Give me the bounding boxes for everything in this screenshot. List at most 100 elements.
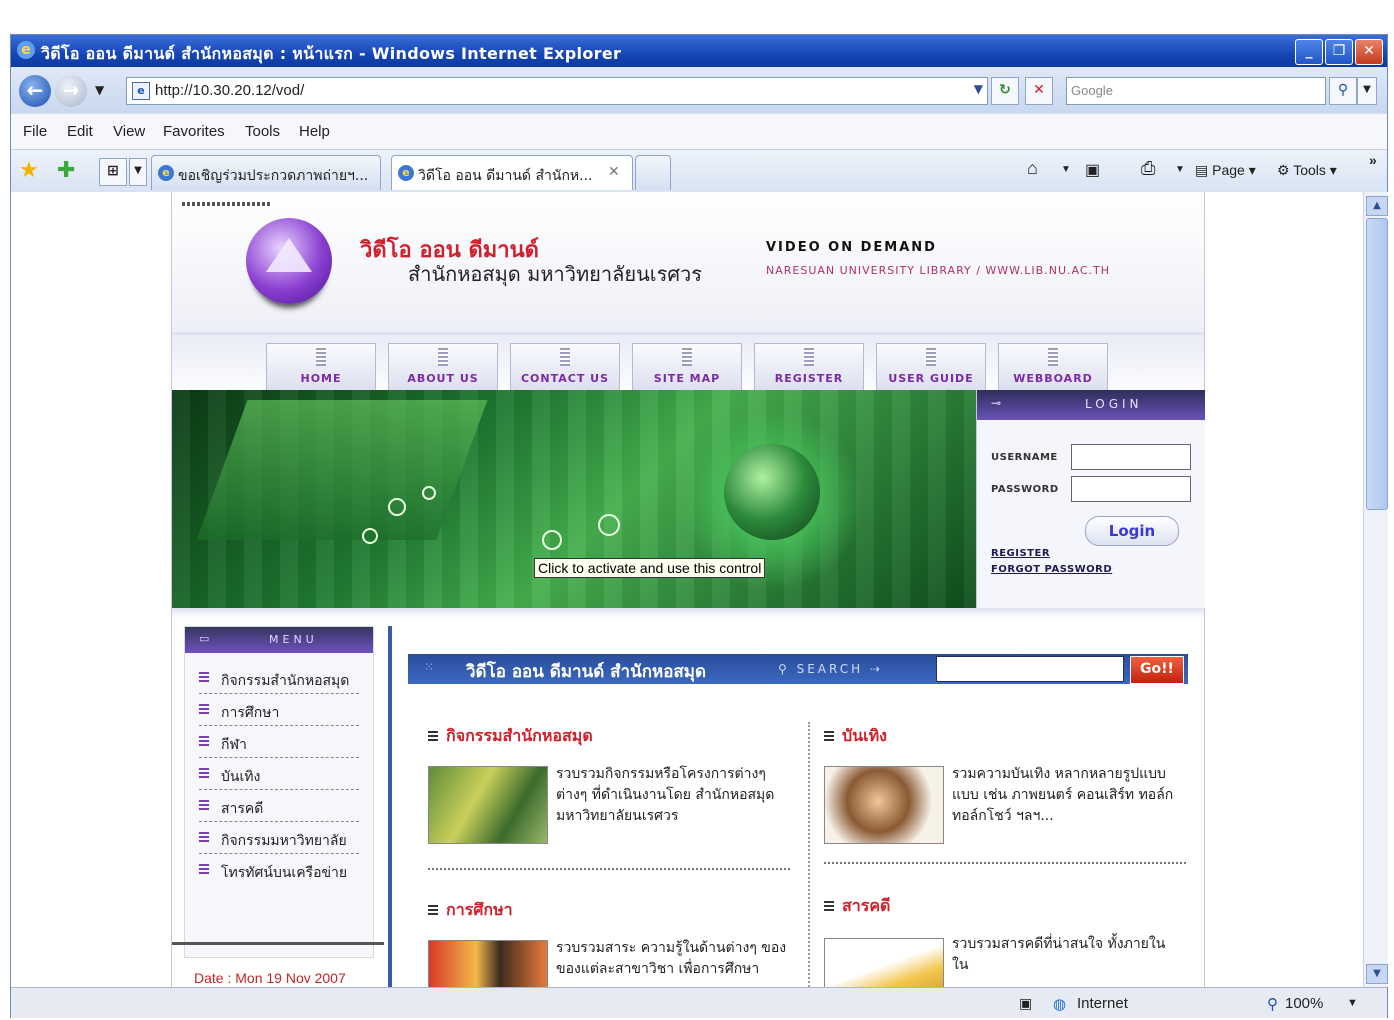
go-button[interactable]: Go!! — [1130, 656, 1184, 684]
refresh-icon[interactable]: ↻ — [991, 77, 1019, 105]
nav-label: ABOUT US — [407, 372, 479, 385]
tab-bar: ★ ✚ ⊞ ▼ e ขอเชิญร่วมประกวดภาพถ่ายฯ... e … — [11, 149, 1387, 193]
content-title-bar: ⁙ วิดีโอ ออน ดีมานด์ สำนักหอสมุด ⚲ SEARC… — [408, 654, 1188, 684]
main-nav: HOME ABOUT US CONTACT US SITE MAP REGIST… — [172, 332, 1204, 393]
library-activities-desc: รวบรวมกิจกรรมหรือโครงการต่างๆ ต่างๆ ที่ด… — [556, 766, 775, 824]
menu-favorites[interactable]: Favorites — [163, 123, 225, 140]
library-activities-thumbnail[interactable] — [428, 766, 548, 844]
key-icon: ⊸ — [991, 396, 1002, 410]
bubble — [388, 498, 406, 516]
site-subtitle-en: NARESUAN UNIVERSITY LIBRARY / WWW.LIB.NU… — [766, 264, 1110, 277]
sidebar-item-entertainment[interactable]: บันเทิง — [199, 759, 359, 790]
favorites-star-icon[interactable]: ★ — [19, 158, 39, 183]
feeds-icon[interactable]: ▣ — [1085, 160, 1100, 180]
tools-menu[interactable]: ⚙ Tools ▾ — [1277, 162, 1337, 179]
nav-user-guide[interactable]: USER GUIDE — [876, 343, 986, 391]
stop-icon[interactable]: ✕ — [1025, 77, 1053, 105]
address-bar[interactable]: e http://10.30.20.12/vod/ ▼ — [126, 77, 988, 105]
print-dropdown-icon[interactable]: ▼ — [1175, 164, 1185, 175]
new-tab-button[interactable] — [635, 155, 671, 190]
tab-ie-icon: e — [398, 165, 414, 181]
nav-webboard[interactable]: WEBBOARD — [998, 343, 1108, 391]
sidebar-item-network-tv[interactable]: โทรทัศน์บนเครือข่าย — [199, 855, 359, 885]
nav-contact-us[interactable]: CONTACT US — [510, 343, 620, 391]
search-label-text: SEARCH — [796, 662, 864, 676]
password-label: PASSWORD — [991, 484, 1059, 495]
tab-label: วิดีโอ ออน ดีมานด์ สำนักห... — [418, 168, 593, 184]
entertainment-thumbnail[interactable] — [824, 766, 944, 844]
sidebar-item-education[interactable]: การศึกษา — [199, 695, 359, 726]
section-heading-library-activities[interactable]: กิจกรรมสำนักหอสมุด — [428, 724, 593, 749]
sidebar-item-university-activities[interactable]: กิจกรรมมหาวิทยาลัย — [199, 823, 359, 854]
scroll-thumb[interactable] — [1366, 218, 1388, 510]
section-heading-documentary[interactable]: สารคดี — [824, 894, 890, 919]
menu-bar: File Edit View Favorites Tools Help — [11, 113, 1387, 150]
history-dropdown-icon[interactable]: ▼ — [95, 83, 104, 97]
zoom-icon[interactable]: ⚲ — [1267, 995, 1278, 1013]
sidebar-item-sports[interactable]: กีฬา — [199, 727, 359, 758]
menu-edit[interactable]: Edit — [67, 123, 93, 140]
education-desc: รวบรวมสาระ ความรู้ในด้านต่างๆ ของ ของแต่… — [556, 940, 787, 977]
sidebar-item-library-activities[interactable]: กิจกรรมสำนักหอสมุด — [199, 663, 359, 694]
sidebar-item-label: สารคดี — [221, 801, 264, 817]
vertical-scrollbar[interactable]: ▲ ▼ — [1363, 192, 1388, 987]
home-dropdown-icon[interactable]: ▼ — [1061, 164, 1071, 175]
sidebar-item-documentary[interactable]: สารคดี — [199, 791, 359, 822]
divider — [172, 608, 1204, 618]
search-box[interactable]: Google — [1066, 77, 1326, 105]
status-bar: ▣ ◍ Internet ⚲ 100% ▼ — [11, 987, 1387, 1018]
site-header: วิดีโอ ออน ดีมานด์ สำนักหอสมุด มหาวิทยาล… — [172, 192, 1204, 332]
login-button[interactable]: Login — [1085, 516, 1179, 546]
tab-contest[interactable]: e ขอเชิญร่วมประกวดภาพถ่ายฯ... — [151, 155, 381, 190]
tab-close-icon[interactable]: ✕ — [608, 164, 620, 180]
menu-view[interactable]: View — [113, 123, 145, 140]
content-search-input[interactable] — [936, 656, 1124, 682]
zoom-level[interactable]: 100% — [1285, 995, 1323, 1012]
protected-mode-icon[interactable]: ▣ — [1019, 995, 1032, 1012]
menu-file[interactable]: File — [23, 123, 47, 140]
password-input[interactable] — [1071, 476, 1191, 502]
bubble — [422, 486, 436, 500]
nav-home[interactable]: HOME — [266, 343, 376, 391]
menu-tools[interactable]: Tools — [245, 123, 280, 140]
documentary-thumbnail[interactable] — [824, 938, 944, 987]
sidebar-item-label: กิจกรรมมหาวิทยาลัย — [221, 833, 347, 849]
address-dropdown-icon[interactable]: ▼ — [974, 82, 983, 96]
search-options-icon[interactable]: ▼ — [1357, 77, 1377, 105]
education-thumbnail[interactable] — [428, 940, 548, 987]
forward-button[interactable]: → — [55, 75, 87, 107]
page-menu[interactable]: ▤ Page ▾ — [1195, 162, 1256, 179]
site-subtitle-th: สำนักหอสมุด มหาวิทยาลัยนเรศวร — [408, 262, 703, 286]
scroll-up-icon[interactable]: ▲ — [1366, 196, 1388, 216]
sidebar-header: ▭ MENU — [185, 627, 373, 653]
nav-site-map[interactable]: SITE MAP — [632, 343, 742, 391]
tab-list-icon[interactable]: ▼ — [129, 158, 147, 186]
print-icon[interactable]: ⎙ — [1141, 158, 1155, 179]
window-title: วิดีโอ ออน ดีมานด์ สำนักหอสมุด : หน้าแรก… — [41, 44, 622, 63]
nav-label: SITE MAP — [653, 372, 721, 385]
username-input[interactable] — [1071, 444, 1191, 470]
chevron-more-icon[interactable]: » — [1369, 152, 1377, 168]
minimize-button[interactable]: _ — [1295, 39, 1323, 65]
restore-button[interactable]: ❐ — [1325, 39, 1353, 65]
sidebar-item-label: การศึกษา — [221, 705, 280, 721]
section-heading-education[interactable]: การศึกษา — [428, 898, 513, 923]
activate-control-tooltip: Click to activate and use this control — [534, 558, 766, 578]
scroll-down-icon[interactable]: ▼ — [1366, 964, 1388, 984]
grid-icon: ⁙ — [424, 660, 435, 674]
menu-help[interactable]: Help — [299, 123, 330, 140]
section-heading-entertainment[interactable]: บันเทิง — [824, 724, 887, 749]
close-window-button[interactable]: ✕ — [1355, 39, 1383, 65]
back-button[interactable]: ← — [19, 75, 51, 107]
search-icon[interactable]: ⚲ — [1329, 77, 1357, 105]
forgot-password-link[interactable]: FORGOT PASSWORD — [991, 564, 1112, 575]
tab-vod[interactable]: e วิดีโอ ออน ดีมานด์ สำนักห... ✕ — [391, 155, 633, 190]
flash-banner[interactable]: Click to activate and use this control — [172, 390, 976, 608]
quick-tabs-icon[interactable]: ⊞ — [99, 158, 127, 186]
nav-about-us[interactable]: ABOUT US — [388, 343, 498, 391]
home-icon[interactable]: ⌂ — [1027, 158, 1038, 179]
add-favorites-icon[interactable]: ✚ — [57, 158, 75, 183]
nav-register[interactable]: REGISTER — [754, 343, 864, 391]
zoom-dropdown-icon[interactable]: ▼ — [1347, 997, 1358, 1009]
register-link[interactable]: REGISTER — [991, 548, 1050, 559]
